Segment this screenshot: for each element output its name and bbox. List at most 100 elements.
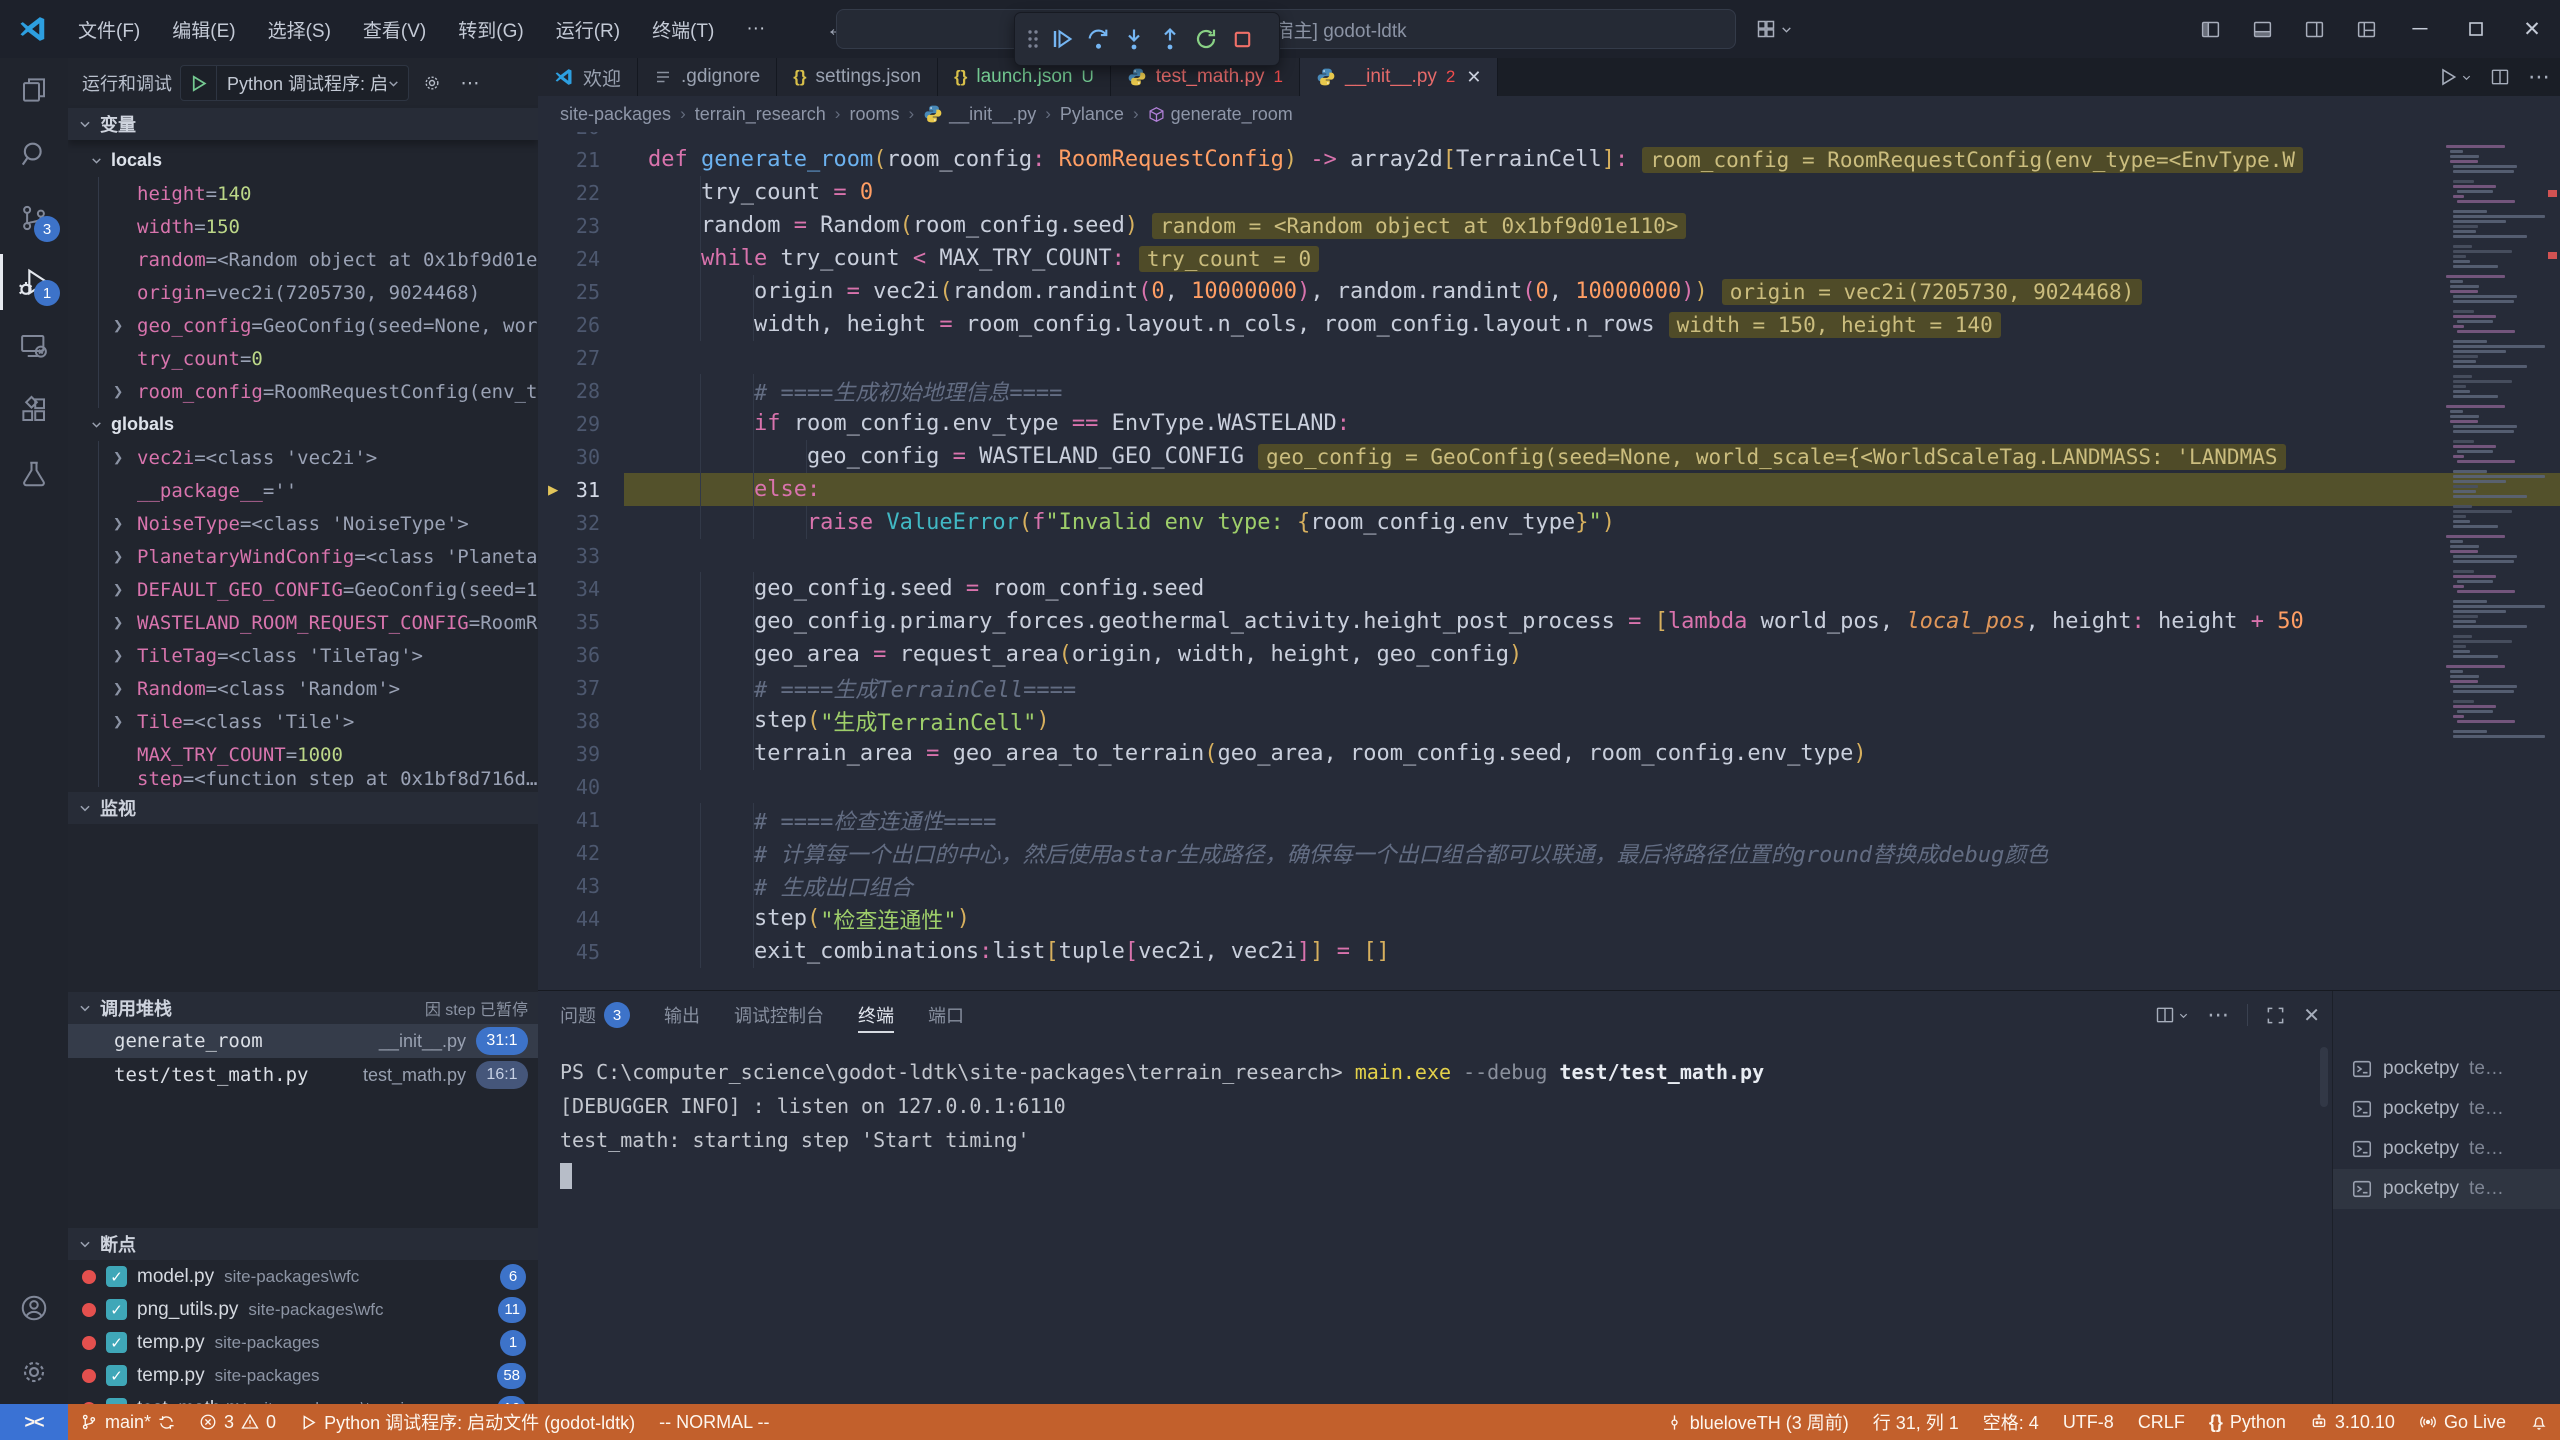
accounts-icon[interactable] [0, 1276, 68, 1340]
line-number[interactable]: 41 [538, 803, 624, 836]
variable-row[interactable]: ❯room_config = RoomRequestConfig(env_t… [99, 375, 538, 408]
terminal-list-item[interactable]: pocketpyte… [2333, 1089, 2560, 1129]
panel-tab[interactable]: 调试控制台 [734, 991, 824, 1039]
window-minimize-button[interactable]: ─ [2392, 0, 2448, 58]
variables-section-header[interactable]: 变量 [68, 108, 538, 140]
menu-item[interactable]: 转到(G) [444, 10, 537, 49]
line-number[interactable]: 43 [538, 869, 624, 902]
line-number[interactable]: 32 [538, 506, 624, 539]
code-line[interactable]: 43# 生成出口组合 [538, 869, 2560, 902]
editor-more-actions-icon[interactable]: ⋯ [2528, 64, 2550, 90]
variable-row[interactable]: MAX_TRY_COUNT = 1000 [99, 738, 538, 771]
code-line[interactable]: 21def generate_room(room_config: RoomReq… [538, 143, 2560, 176]
problems-status[interactable]: 3 0 [187, 1404, 288, 1440]
eol-status[interactable]: CRLF [2126, 1404, 2197, 1440]
drag-grip-icon[interactable] [1023, 28, 1043, 50]
breakpoint-checkbox[interactable]: ✓ [106, 1365, 127, 1386]
line-number[interactable]: 37 [538, 671, 624, 704]
breadcrumb-item[interactable]: rooms [849, 104, 899, 125]
watch-view[interactable] [68, 824, 538, 992]
code-line[interactable]: 20 [538, 132, 2560, 143]
code-line[interactable]: 29if room_config.env_type == EnvType.WAS… [538, 407, 2560, 440]
code-line[interactable]: 35geo_config.primary_forces.geothermal_a… [538, 605, 2560, 638]
code-line[interactable]: 27 [538, 341, 2560, 374]
code-line[interactable]: 30geo_config = WASTELAND_GEO_CONFIGgeo_c… [538, 440, 2560, 473]
breakpoint-row[interactable]: ✓model.pysite-packages\wfc6 [68, 1260, 538, 1293]
terminal-scrollbar[interactable] [2320, 1047, 2328, 1107]
code-line[interactable]: 42# 计算每一个出口的中心，然后使用astar生成路径，确保每一个出口组合都可… [538, 836, 2560, 869]
code-line[interactable]: 44step("检查连通性") [538, 902, 2560, 935]
watch-section-header[interactable]: 监视 [68, 792, 538, 824]
terminal-list-item[interactable]: pocketpyte… [2333, 1049, 2560, 1089]
code-line[interactable]: 40 [538, 770, 2560, 803]
debug-step-into-button[interactable] [1117, 19, 1151, 59]
variable-row[interactable]: ❯DEFAULT_GEO_CONFIG = GeoConfig(seed=1… [99, 573, 538, 606]
terminal-list-item[interactable]: pocketpyte… [2333, 1129, 2560, 1169]
panel-more-actions-icon[interactable]: ⋯ [2207, 1002, 2229, 1028]
debug-settings-gear-icon[interactable] [417, 73, 447, 93]
breakpoint-row[interactable]: ✓temp.pysite-packages1 [68, 1326, 538, 1359]
run-debug-icon[interactable]: 1 [0, 250, 68, 314]
cursor-position-status[interactable]: 行 31, 列 1 [1861, 1404, 1971, 1440]
variable-row[interactable]: ❯TileTag = <class 'TileTag'> [99, 639, 538, 672]
start-debug-icon[interactable] [181, 66, 217, 100]
debug-more-actions-icon[interactable]: ⋯ [455, 72, 485, 95]
code-line[interactable]: 37# ====生成TerrainCell==== [538, 671, 2560, 704]
line-number[interactable]: 34 [538, 572, 624, 605]
breadcrumb-item[interactable]: site-packages [560, 104, 671, 125]
search-sidebar-icon[interactable] [0, 122, 68, 186]
toggle-panel-icon[interactable] [2236, 0, 2288, 58]
code-line[interactable]: 36geo_area = request_area(origin, width,… [538, 638, 2560, 671]
callstack-frame[interactable]: generate_room__init__.py31:1 [68, 1024, 538, 1058]
breakpoints-section-header[interactable]: 断点 [68, 1228, 538, 1260]
variable-row[interactable]: ❯WASTELAND_ROOM_REQUEST_CONFIG = RoomR… [99, 606, 538, 639]
variable-row[interactable]: step = <function step at 0x1bf8d716d… [99, 771, 538, 787]
git-branch-status[interactable]: main* [68, 1404, 187, 1440]
panel-tab[interactable]: 问题3 [560, 991, 630, 1039]
customize-layout-icon[interactable] [2340, 0, 2392, 58]
editor-tab[interactable]: 欢迎 [538, 58, 638, 96]
menu-item[interactable]: 选择(S) [254, 10, 345, 49]
variable-row[interactable]: ❯vec2i = <class 'vec2i'> [99, 441, 538, 474]
callstack-frame[interactable]: test/test_math.pytest_math.py16:1 [68, 1058, 538, 1092]
line-number[interactable]: 40 [538, 770, 624, 803]
code-line[interactable]: 39terrain_area = geo_area_to_terrain(geo… [538, 737, 2560, 770]
indentation-status[interactable]: 空格: 4 [1971, 1404, 2051, 1440]
variable-row[interactable]: ❯NoiseType = <class 'NoiseType'> [99, 507, 538, 540]
line-number[interactable]: ▶31 [538, 473, 624, 506]
code-line[interactable]: 41# ====检查连通性==== [538, 803, 2560, 836]
panel-tab[interactable]: 端口 [928, 991, 964, 1039]
line-number[interactable]: 20 [538, 132, 624, 143]
remote-explorer-icon[interactable] [0, 314, 68, 378]
variable-row[interactable]: random = <Random object at 0x1bf9d01e… [99, 243, 538, 276]
terminal[interactable]: PS C:\computer_science\godot-ldtk\site-p… [538, 1039, 2332, 1404]
code-line[interactable]: 33 [538, 539, 2560, 572]
menu-item[interactable]: 文件(F) [64, 10, 154, 49]
variable-row[interactable]: try_count = 0 [99, 342, 538, 375]
menu-item[interactable]: 运行(R) [542, 10, 634, 49]
callstack-section-header[interactable]: 调用堆栈 因 step 已暂停 [68, 992, 538, 1024]
breakpoint-row[interactable]: ✓temp.pysite-packages58 [68, 1359, 538, 1392]
code-line[interactable]: 38step("生成TerrainCell") [538, 704, 2560, 737]
code-line[interactable]: 45exit_combinations:list[tuple[vec2i, ve… [538, 935, 2560, 968]
breadcrumb-item[interactable]: terrain_research [695, 104, 826, 125]
settings-gear-icon[interactable] [0, 1340, 68, 1404]
editor-tab[interactable]: __init__.py2✕ [1300, 58, 1498, 96]
debug-continue-button[interactable] [1045, 19, 1079, 59]
code-line[interactable]: 23random = Random(room_config.seed)rando… [538, 209, 2560, 242]
launch-config-dropdown[interactable]: Python 调试程序: 启 [180, 65, 409, 101]
encoding-status[interactable]: UTF-8 [2051, 1404, 2126, 1440]
line-number[interactable]: 28 [538, 374, 624, 407]
split-editor-icon[interactable] [2490, 67, 2510, 87]
notifications-bell-icon[interactable] [2518, 1404, 2560, 1440]
code-line[interactable]: 24while try_count < MAX_TRY_COUNT:try_co… [538, 242, 2560, 275]
maximize-panel-icon[interactable] [2266, 1006, 2285, 1025]
panel-tab[interactable]: 输出 [664, 991, 700, 1039]
minimap[interactable] [2442, 132, 2542, 990]
line-number[interactable]: 30 [538, 440, 624, 473]
variable-scope-globals[interactable]: globals [68, 408, 538, 441]
breakpoint-checkbox[interactable]: ✓ [106, 1266, 127, 1287]
testing-icon[interactable] [0, 442, 68, 506]
menu-item[interactable]: 终端(T) [638, 10, 728, 49]
line-number[interactable]: 25 [538, 275, 624, 308]
